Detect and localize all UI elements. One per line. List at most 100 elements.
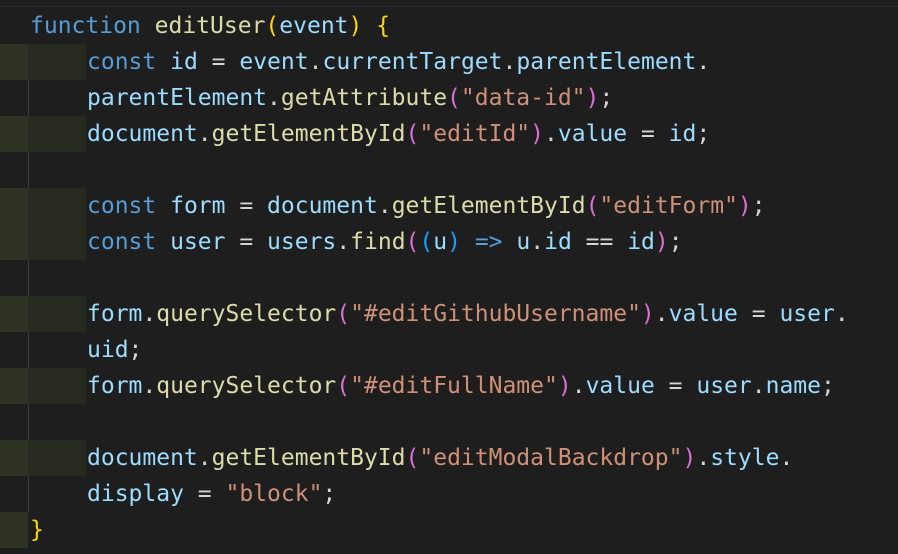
code-line-8[interactable] <box>0 260 898 296</box>
code-line-12[interactable] <box>0 404 898 440</box>
code-editor[interactable]: function editUser(event) { const id = ev… <box>0 0 898 554</box>
code-line-1[interactable]: function editUser(event) { <box>0 8 898 44</box>
token-dot: . <box>502 49 517 75</box>
token-string: "editModalBackdrop" <box>419 445 683 471</box>
token-method: querySelector <box>156 373 337 399</box>
code-lines: function editUser(event) { const id = ev… <box>0 8 898 548</box>
token-operator: = <box>183 481 226 507</box>
line-highlight-gutter <box>0 188 28 224</box>
token-variable: id <box>170 49 198 75</box>
token-object: form <box>87 373 143 399</box>
code-line-5[interactable] <box>0 152 898 188</box>
token-semicolon: ; <box>696 121 711 147</box>
token-method: getAttribute <box>280 85 448 111</box>
token-dot: . <box>336 229 351 255</box>
code-line-2-text: const id = event.currentTarget.parentEle… <box>87 44 710 80</box>
token-dot: . <box>751 373 766 399</box>
token-object: u <box>516 229 531 255</box>
code-line-6[interactable]: const form = document.getElementById("ed… <box>0 188 898 224</box>
code-line-3[interactable]: parentElement.getAttribute("data-id"); <box>0 80 898 116</box>
token-property: id <box>544 229 572 255</box>
top-scroll-edge <box>0 0 898 7</box>
code-line-14[interactable]: display = "block"; <box>0 476 898 512</box>
token-paren: ) <box>682 445 697 471</box>
code-line-9-text: form.querySelector("#editGithubUsername"… <box>87 296 849 332</box>
token-paren: ) <box>640 301 655 327</box>
token-property: value <box>668 301 738 327</box>
indent-guide-line <box>28 260 29 296</box>
line-highlight-gutter <box>0 296 28 332</box>
code-line-13-text: document.getElementById("editModalBackdr… <box>87 440 793 476</box>
token-object: users <box>267 229 337 255</box>
code-line-10[interactable]: uid; <box>0 332 898 368</box>
token-operator: == <box>571 229 628 255</box>
token-variable: user <box>696 373 752 399</box>
line-highlight-gutter <box>0 116 28 152</box>
token-keyword: const <box>87 49 157 75</box>
indent-guide <box>28 116 86 152</box>
token-paren: ) <box>585 85 600 111</box>
code-line-14-text: display = "block"; <box>87 476 336 512</box>
token-dot: . <box>197 121 212 147</box>
code-line-13[interactable]: document.getElementById("editModalBackdr… <box>0 440 898 476</box>
token-paren: ( <box>405 445 420 471</box>
code-line-15[interactable]: } <box>0 512 898 548</box>
token-keyword: const <box>87 193 157 219</box>
line-highlight-gutter <box>0 368 28 404</box>
token-paren: ( <box>405 229 420 255</box>
token-brace-close: } <box>30 517 44 543</box>
token-dot: . <box>571 373 586 399</box>
indent-guide-line <box>28 404 29 440</box>
indent-guide <box>28 368 86 404</box>
token-variable: form <box>170 193 226 219</box>
code-line-9[interactable]: form.querySelector("#editGithubUsername"… <box>0 296 898 332</box>
indent-guide <box>28 188 86 224</box>
token-object: event <box>239 49 309 75</box>
code-line-15-text: } <box>30 512 44 548</box>
token-semicolon: ; <box>751 193 766 219</box>
token-property: display <box>87 481 184 507</box>
token-string: "#editGithubUsername" <box>350 301 641 327</box>
token-property: value <box>585 373 655 399</box>
token-parameter: u <box>433 229 448 255</box>
token-property: uid <box>87 337 129 363</box>
indent-guide <box>28 296 86 332</box>
token-method: getElementById <box>391 193 586 219</box>
token-paren: ) <box>737 193 752 219</box>
token-dot: . <box>544 121 558 147</box>
token-parameter: event <box>279 13 349 39</box>
token-string: "editId" <box>419 121 531 147</box>
token-dot: . <box>654 301 669 327</box>
code-line-4[interactable]: document.getElementById("editId").value … <box>0 116 898 152</box>
code-line-2[interactable]: const id = event.currentTarget.parentEle… <box>0 44 898 80</box>
token-semicolon: ; <box>821 373 835 399</box>
code-line-11[interactable]: form.querySelector("#editFullName").valu… <box>0 368 898 404</box>
code-line-11-text: form.querySelector("#editFullName").valu… <box>87 368 835 404</box>
indent-guide-line <box>28 80 29 116</box>
token-keyword: const <box>87 229 157 255</box>
token-dot: . <box>696 445 711 471</box>
token-paren: ( <box>265 13 280 39</box>
token-method: find <box>350 229 406 255</box>
code-line-7[interactable]: const user = users.find((u) => u.id == i… <box>0 224 898 260</box>
line-highlight-gutter <box>0 512 28 548</box>
token-method: getElementById <box>211 445 406 471</box>
token-operator: = <box>654 373 697 399</box>
line-highlight-gutter <box>0 224 28 260</box>
token-function-name: editUser <box>154 13 266 39</box>
token-variable: id <box>627 229 655 255</box>
token-paren: ( <box>447 85 461 111</box>
token-method: querySelector <box>156 301 337 327</box>
token-dot: . <box>377 193 392 219</box>
token-property: currentTarget <box>322 49 503 75</box>
token-string: "data-id" <box>460 85 586 111</box>
token-string: "editForm" <box>599 193 738 219</box>
indent-guide-line <box>28 476 29 512</box>
token-string: "block" <box>225 481 323 507</box>
code-line-7-text: const user = users.find((u) => u.id == i… <box>87 224 683 260</box>
token-string: "#editFullName" <box>350 373 558 399</box>
token-paren: ) <box>530 121 545 147</box>
token-variable: user <box>779 301 835 327</box>
token-object: document <box>87 121 198 147</box>
token-paren: ) <box>654 229 669 255</box>
